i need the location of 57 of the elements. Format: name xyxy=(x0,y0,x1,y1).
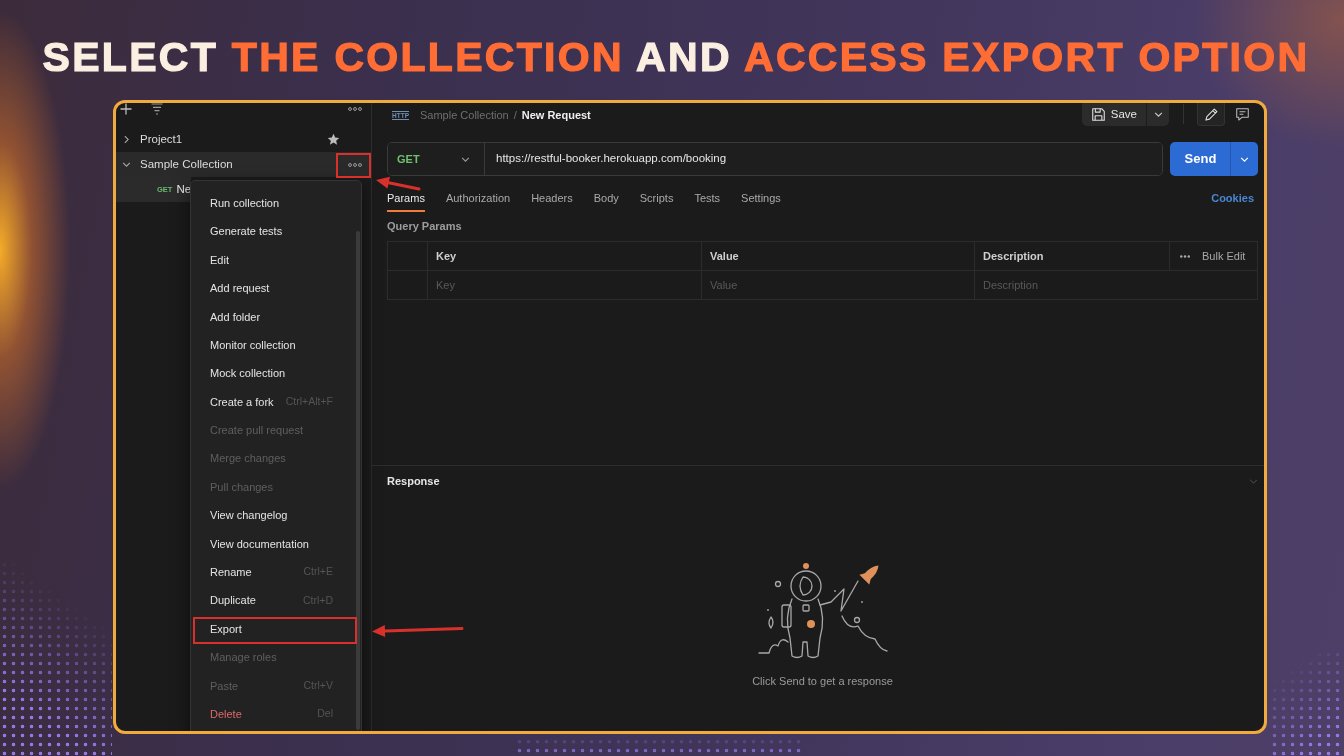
tree-item[interactable]: Project1 xyxy=(116,127,371,152)
filter-icon[interactable] xyxy=(151,103,163,115)
column-header: Value xyxy=(701,241,975,271)
chevron-right-icon[interactable] xyxy=(123,135,129,144)
caret-icon xyxy=(1240,156,1249,162)
more-icon xyxy=(1180,254,1190,258)
menu-item[interactable]: Mock collection xyxy=(191,359,361,388)
tab[interactable]: Headers xyxy=(531,192,573,212)
key-input[interactable]: Key xyxy=(436,276,693,294)
method-dropdown[interactable]: GET xyxy=(388,143,485,175)
headline: SELECT THE COLLECTION AND ACCESS EXPORT OPTION xyxy=(42,36,1310,78)
breadcrumb-current: New Request xyxy=(521,107,591,123)
pencil-icon xyxy=(1204,107,1218,121)
tab[interactable]: Scripts xyxy=(639,192,674,212)
cookies-link[interactable]: Cookies xyxy=(1211,192,1254,205)
url-input[interactable]: https://restful-booker.herokuapp.com/booking xyxy=(496,150,1151,168)
star-icon[interactable] xyxy=(327,133,340,146)
description-input[interactable]: Description xyxy=(983,276,1249,294)
tab[interactable]: Tests xyxy=(694,192,721,212)
description-field[interactable]: Description xyxy=(974,270,1258,300)
more-icon[interactable] xyxy=(348,107,362,111)
menu-item[interactable]: Add folder xyxy=(191,302,361,331)
value-input[interactable]: Value xyxy=(710,276,966,294)
comment-icon xyxy=(1235,108,1249,121)
plus-icon[interactable] xyxy=(120,103,132,115)
tree-item[interactable]: Sample Collection xyxy=(116,152,371,177)
menu-item[interactable]: Monitor collection xyxy=(191,330,361,360)
tree-label: Ne xyxy=(176,181,192,197)
key-field[interactable]: Key xyxy=(427,270,702,300)
response-title: Response xyxy=(387,473,440,489)
menu-item[interactable]: Edit xyxy=(191,245,361,275)
column-header: Description xyxy=(974,241,1170,271)
menu-item[interactable]: View changelog xyxy=(191,501,361,530)
save-icon xyxy=(1091,108,1105,121)
menu-item[interactable]: Add request xyxy=(191,274,361,303)
menu-item[interactable]: Export xyxy=(191,614,361,644)
tab[interactable]: Authorization xyxy=(445,192,511,212)
value-field[interactable]: Value xyxy=(701,270,975,300)
section-title: Query Params xyxy=(387,220,463,233)
tab[interactable]: Body xyxy=(593,192,619,212)
more-icon[interactable] xyxy=(348,162,362,167)
menu-item[interactable]: Run collection xyxy=(191,189,361,218)
caret-icon xyxy=(1153,112,1163,117)
edit-button[interactable] xyxy=(1197,103,1225,126)
tab[interactable]: Settings xyxy=(741,192,781,212)
send-button[interactable]: Send xyxy=(1170,142,1231,176)
tree-label: Sample Collection xyxy=(140,156,233,172)
breadcrumb-separator: / xyxy=(513,107,517,123)
tree-label: Project1 xyxy=(140,131,183,147)
breadcrumb-link[interactable]: Sample Collection xyxy=(420,106,509,124)
menu-item[interactable]: View documentation xyxy=(191,529,361,559)
chevron-down-icon[interactable] xyxy=(121,162,131,167)
caret-icon xyxy=(461,156,470,162)
empty-state-message: Click Send to get a response xyxy=(752,675,893,688)
tab[interactable]: Params xyxy=(387,192,425,212)
menu-item[interactable]: Generate tests xyxy=(191,217,361,246)
column-header: Key xyxy=(427,241,702,271)
